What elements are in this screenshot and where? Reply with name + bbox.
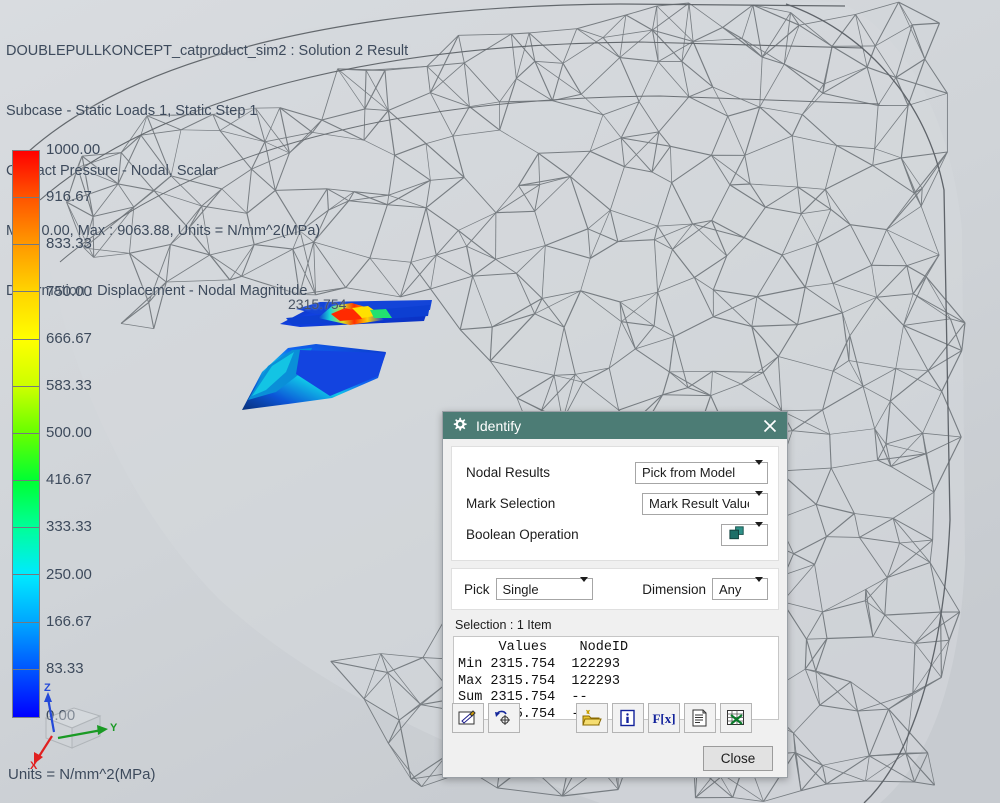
chevron-down-icon (755, 491, 763, 511)
boolean-operation-label: Boolean Operation (466, 527, 579, 542)
nodal-results-dropdown[interactable]: Pick from Model (635, 460, 768, 484)
chevron-down-icon (755, 576, 763, 597)
dialog-title: Identify (476, 417, 522, 434)
selection-info-label: Selection : 1 Item (455, 618, 552, 632)
pick-value: Single (502, 581, 539, 597)
triad-x-label: X (30, 760, 38, 772)
legend-tick-2: 833.33 (46, 235, 92, 253)
chevron-down-icon (579, 576, 588, 597)
gear-icon (452, 417, 467, 435)
nodal-results-value: Pick from Model (642, 465, 736, 480)
triad-x-axis (37, 735, 53, 759)
legend-band (13, 433, 39, 482)
boolean-operation-dropdown[interactable] (721, 522, 768, 546)
triad-y-label: Y (110, 722, 118, 734)
mark-selection-dropdown[interactable]: Mark Result Values (642, 491, 768, 515)
orientation-triad[interactable]: Z Y X (18, 682, 128, 772)
result-value-annotation: 2315.754 (288, 296, 347, 312)
legend-band (13, 386, 39, 434)
annotate-icon[interactable] (452, 703, 484, 733)
legend-tick-0: 1000.00 (46, 141, 101, 158)
legend-tick-1: 916.67 (46, 188, 92, 206)
pick-panel: Pick Single Dimension Any (451, 568, 779, 610)
legend-tick-3: 750.00 (46, 282, 92, 300)
legend-color-bar (12, 150, 40, 718)
legend-tick-5: 583.33 (46, 376, 92, 394)
color-legend: 1000.00 916.67 833.33 750.00 666.67 583.33 500… (0, 141, 150, 745)
dimension-value: Any (719, 581, 742, 597)
identify-dialog[interactable]: Identify Nodal Results Pick from Model M… (442, 411, 788, 778)
mark-selection-row: Mark Selection Mark Result Values (466, 488, 768, 519)
pick-dropdown[interactable]: Single (495, 576, 593, 600)
function-icon[interactable]: F[x] (648, 703, 680, 733)
pick-label: Pick (464, 581, 490, 597)
legend-band (13, 528, 39, 576)
legend-band (13, 151, 39, 199)
reset-pick-icon[interactable] (488, 703, 520, 733)
report-icon[interactable] (684, 703, 716, 733)
legend-tick-labels: 1000.00 916.67 833.33 750.00 666.67 583.33 500… (44, 141, 150, 725)
legend-tick-4: 666.67 (46, 329, 92, 347)
mark-selection-label: Mark Selection (466, 496, 556, 511)
legend-tick-8: 333.33 (46, 518, 92, 536)
chevron-down-icon (755, 522, 763, 542)
dialog-footer: Close (443, 746, 787, 771)
legend-tick-11: 83.33 (46, 659, 84, 677)
svg-text:F[x]: F[x] (652, 711, 675, 726)
legend-tick-6: 500.00 (46, 424, 92, 441)
dimension-label: Dimension (642, 581, 706, 597)
spreadsheet-icon[interactable] (720, 703, 752, 733)
legend-band (13, 575, 39, 623)
legend-tick-7: 416.67 (46, 471, 92, 489)
legend-tick-9: 250.00 (46, 565, 92, 583)
legend-tick-10: 166.67 (46, 612, 92, 630)
mark-selection-value: Mark Result Values (649, 496, 749, 511)
triad-z-label: Z (44, 682, 51, 694)
dialog-toolbar: F[x] (443, 695, 787, 741)
close-button[interactable]: Close (703, 746, 773, 771)
boolean-union-icon (728, 525, 747, 544)
legend-band (13, 245, 39, 293)
open-folder-icon[interactable] (576, 703, 608, 733)
options-panel: Nodal Results Pick from Model Mark Selec… (451, 446, 779, 561)
legend-band (13, 622, 39, 670)
boolean-operation-row: Boolean Operation (466, 519, 768, 550)
legend-band (13, 339, 39, 387)
dialog-title-bar[interactable]: Identify (443, 412, 787, 439)
nodal-results-row: Nodal Results Pick from Model (466, 457, 768, 488)
information-icon[interactable] (612, 703, 644, 733)
chevron-down-icon (755, 460, 763, 480)
legend-band (13, 481, 39, 529)
dimension-dropdown[interactable]: Any (712, 576, 768, 600)
close-icon[interactable] (759, 415, 781, 437)
legend-band (13, 198, 39, 246)
legend-band (13, 292, 39, 340)
nodal-results-label: Nodal Results (466, 465, 551, 480)
